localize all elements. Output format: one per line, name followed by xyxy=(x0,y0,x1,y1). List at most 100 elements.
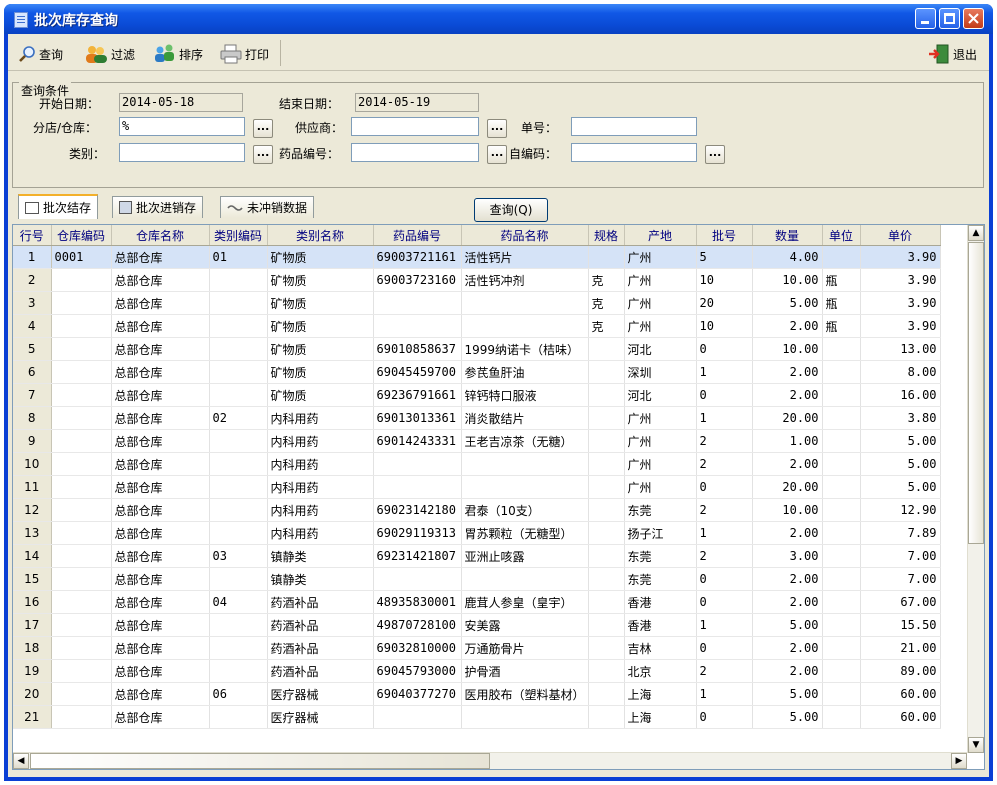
table-row[interactable]: 21 总部仓库 医疗器械 上海 0 5.00 60.00 xyxy=(13,705,941,729)
table-cell: 2.00 xyxy=(752,521,823,545)
drug-code-field[interactable] xyxy=(351,143,479,162)
table-row[interactable]: 3 总部仓库 矿物质 克广州 20 5.00 瓶 3.90 xyxy=(13,291,941,315)
column-header[interactable]: 数量 xyxy=(752,225,823,246)
table-row[interactable]: 17 总部仓库 药酒补品 49870728100 安美露 香港 1 5.00 15.50 xyxy=(13,613,941,637)
query-button[interactable]: 查询(Q) xyxy=(474,198,548,222)
close-button[interactable] xyxy=(963,8,984,29)
scroll-left-button[interactable]: ◀ xyxy=(13,753,29,769)
drug-code-browse-button[interactable]: ... xyxy=(487,145,507,164)
table-row[interactable]: 20 总部仓库 06 医疗器械 69040377270 医用胶布（塑料基材） 上海 1 5.00… xyxy=(13,682,941,706)
table-cell xyxy=(588,567,625,591)
table-cell: 参芪鱼肝油 xyxy=(461,360,589,384)
column-header[interactable]: 类别编码 xyxy=(209,225,268,246)
table-row[interactable]: 14 总部仓库 03 镇静类 69231421807 亚洲止咳露 东莞 2 3.00 7.00 xyxy=(13,544,941,568)
tab-batch-balance[interactable]: 批次结存 xyxy=(18,194,99,219)
vertical-scroll-thumb[interactable] xyxy=(968,242,984,544)
table-cell: 2.00 xyxy=(752,383,823,407)
table-cell: 矿物质 xyxy=(267,360,374,384)
category-browse-button[interactable]: ... xyxy=(253,145,273,164)
table-cell: 药酒补品 xyxy=(267,659,374,683)
end-date-field[interactable]: 2014-05-19 xyxy=(355,93,479,112)
row-number-cell: 1 xyxy=(13,245,52,269)
table-row[interactable]: 16 总部仓库 04 药酒补品 48935830001 鹿茸人参皇（皇宇） 香港 0 2.00 6… xyxy=(13,590,941,614)
table-row[interactable]: 13 总部仓库 内科用药 69029119313 胃苏颗粒（无糖型） 扬子江 1 2.00 7.… xyxy=(13,521,941,545)
table-cell xyxy=(588,498,625,522)
table-row[interactable]: 15 总部仓库 镇静类 东莞 0 2.00 7.00 xyxy=(13,567,941,591)
table-cell: 1 xyxy=(696,521,753,545)
column-header[interactable]: 行号 xyxy=(13,225,52,246)
table-cell xyxy=(51,521,112,545)
table-row[interactable]: 1 0001 总部仓库 01 矿物质 69003721161 活性钙片 广州 5 4.00 3.90 xyxy=(13,245,941,269)
supplier-field[interactable] xyxy=(351,117,479,136)
table-cell: 河北 xyxy=(624,337,697,361)
supplier-browse-button[interactable]: ... xyxy=(487,119,507,138)
table-row[interactable]: 11 总部仓库 内科用药 广州 0 20.00 5.00 xyxy=(13,475,941,499)
table-cell xyxy=(822,590,861,614)
horizontal-scrollbar[interactable]: ◀ ▶ xyxy=(13,752,967,769)
table-cell: 消炎散结片 xyxy=(461,406,589,430)
query-tool-button[interactable]: 查询 xyxy=(18,44,63,64)
sort-tool-button[interactable]: 排序 xyxy=(154,44,203,64)
column-header[interactable]: 单价 xyxy=(860,225,941,246)
table-cell: 上海 xyxy=(624,682,697,706)
column-header[interactable]: 批号 xyxy=(696,225,753,246)
tab-batch-in-out[interactable]: 批次进销存 xyxy=(112,196,204,218)
column-header[interactable]: 规格 xyxy=(588,225,625,246)
row-number-cell: 3 xyxy=(13,291,52,315)
scroll-right-button[interactable]: ▶ xyxy=(951,753,967,769)
minimize-button[interactable] xyxy=(915,8,936,29)
table-cell xyxy=(461,475,589,499)
table-row[interactable]: 10 总部仓库 内科用药 广州 2 2.00 5.00 xyxy=(13,452,941,476)
table-cell: 60.00 xyxy=(860,705,941,729)
table-cell: 总部仓库 xyxy=(111,613,210,637)
exit-tool-button[interactable]: 退出 xyxy=(928,44,977,64)
filter-tool-button[interactable]: 过滤 xyxy=(84,44,135,64)
table-cell: 护骨酒 xyxy=(461,659,589,683)
table-row[interactable]: 9 总部仓库 内科用药 69014243331 王老吉凉茶（无糖） 广州 2 1.00 5.00 xyxy=(13,429,941,453)
scroll-up-button[interactable]: ▲ xyxy=(968,225,984,241)
column-header[interactable]: 药品名称 xyxy=(461,225,589,246)
table-cell: 15.50 xyxy=(860,613,941,637)
table-cell xyxy=(209,521,268,545)
table-cell xyxy=(461,452,589,476)
table-row[interactable]: 19 总部仓库 药酒补品 69045793000 护骨酒 北京 2 2.00 89.00 xyxy=(13,659,941,683)
table-cell xyxy=(373,314,462,338)
table-row[interactable]: 18 总部仓库 药酒补品 69032810000 万通筋骨片 吉林 0 2.00 21.00 xyxy=(13,636,941,660)
table-row[interactable]: 8 总部仓库 02 内科用药 69013013361 消炎散结片 广州 1 20.00 3.80 xyxy=(13,406,941,430)
table-row[interactable]: 7 总部仓库 矿物质 69236791661 锌钙特口服液 河北 0 2.00 16.00 xyxy=(13,383,941,407)
table-row[interactable]: 6 总部仓库 矿物质 69045459700 参芪鱼肝油 深圳 1 2.00 8.00 xyxy=(13,360,941,384)
table-cell xyxy=(588,705,625,729)
table-cell: 3.90 xyxy=(860,291,941,315)
order-no-field[interactable] xyxy=(571,117,697,136)
tab-batch-in-out-label: 批次进销存 xyxy=(136,201,197,215)
store-field[interactable]: % xyxy=(119,117,245,136)
table-cell xyxy=(51,498,112,522)
table-row[interactable]: 12 总部仓库 内科用药 69023142180 君泰（10支） 东莞 2 10.00 12.9… xyxy=(13,498,941,522)
table-cell: 广州 xyxy=(624,406,697,430)
table-cell: 60.00 xyxy=(860,682,941,706)
column-header[interactable]: 仓库名称 xyxy=(111,225,210,246)
horizontal-scroll-thumb[interactable] xyxy=(30,753,490,769)
column-header[interactable]: 仓库编码 xyxy=(51,225,112,246)
scroll-down-button[interactable]: ▼ xyxy=(968,737,984,753)
column-header[interactable]: 类别名称 xyxy=(267,225,374,246)
table-row[interactable]: 2 总部仓库 矿物质 69003723160 活性钙冲剂克广州 10 10.00 瓶 3.90 xyxy=(13,268,941,292)
column-header[interactable]: 单位 xyxy=(822,225,861,246)
self-code-browse-button[interactable]: ... xyxy=(705,145,725,164)
table-cell: 2.00 xyxy=(752,590,823,614)
maximize-button[interactable] xyxy=(939,8,960,29)
title-bar[interactable]: 批次库存查询 xyxy=(4,4,993,34)
table-cell: 总部仓库 xyxy=(111,475,210,499)
print-tool-button[interactable]: 打印 xyxy=(220,44,269,64)
category-field[interactable] xyxy=(119,143,245,162)
self-code-field[interactable] xyxy=(571,143,697,162)
table-cell: 10.00 xyxy=(752,337,823,361)
column-header[interactable]: 产地 xyxy=(624,225,697,246)
vertical-scrollbar[interactable]: ▲ ▼ xyxy=(967,225,984,753)
store-browse-button[interactable]: ... xyxy=(253,119,273,138)
tab-unoffset-data[interactable]: 未冲销数据 xyxy=(220,196,315,218)
table-row[interactable]: 4 总部仓库 矿物质 克广州 10 2.00 瓶 3.90 xyxy=(13,314,941,338)
column-header[interactable]: 药品编号 xyxy=(373,225,462,246)
start-date-field[interactable]: 2014-05-18 xyxy=(119,93,243,112)
table-row[interactable]: 5 总部仓库 矿物质 69010858637 1999纳诺卡（桔味） 河北 0 10.00 13… xyxy=(13,337,941,361)
